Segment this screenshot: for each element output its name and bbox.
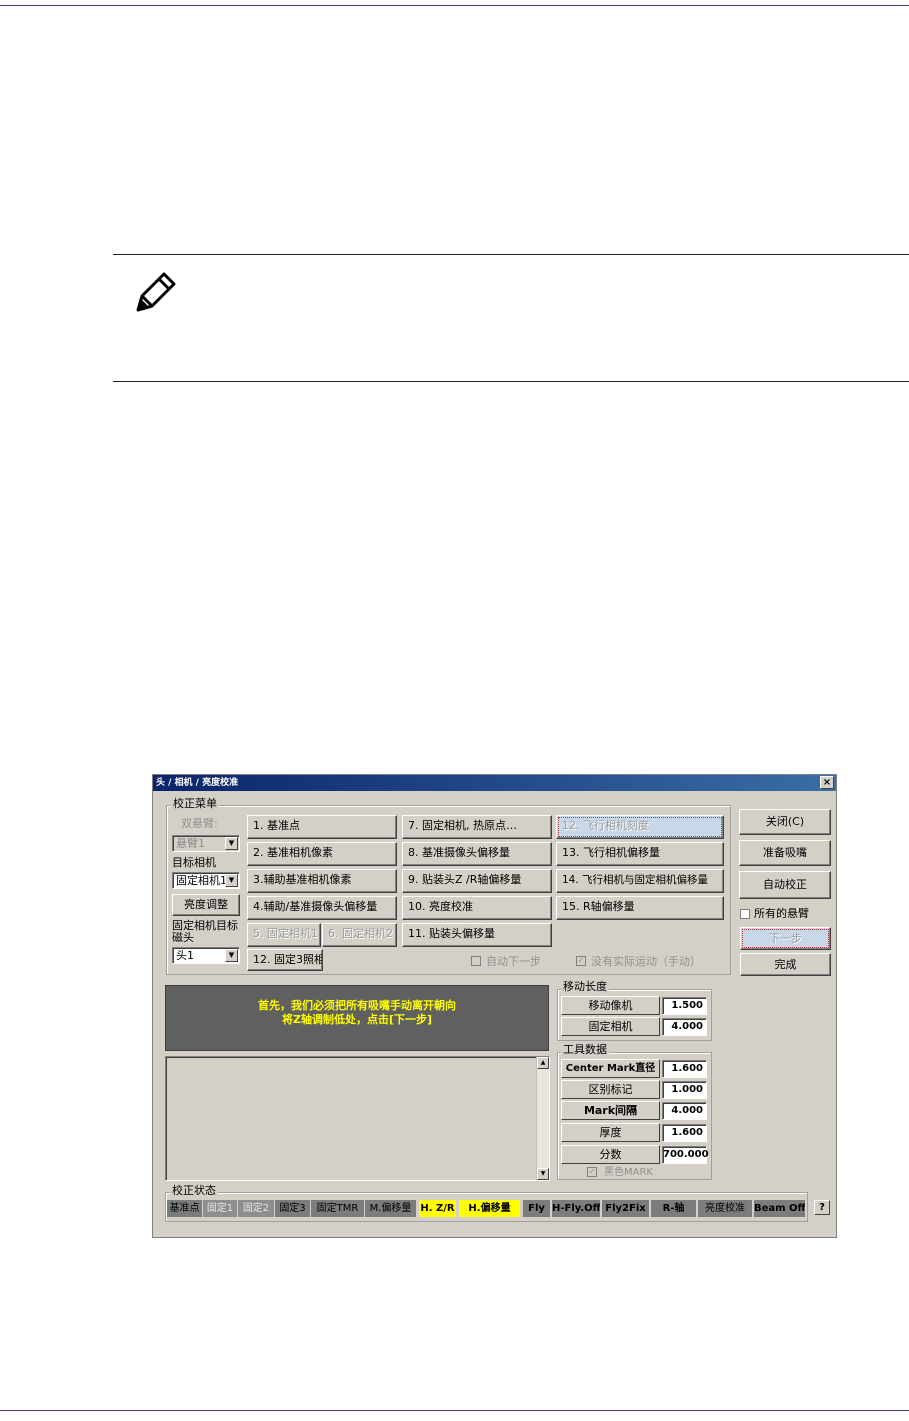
score-label: 分数 xyxy=(561,1145,660,1164)
calib-brightness-button[interactable]: 10. 亮度校准 xyxy=(402,896,552,920)
mark-spacing-label: Mark间隔 xyxy=(561,1101,660,1120)
move-camera-label: 移动像机 xyxy=(561,996,660,1015)
help-icon[interactable]: ? xyxy=(814,1200,830,1215)
fixed-camera-length-input[interactable]: 4.000 xyxy=(662,1018,707,1036)
prepare-nozzle-button[interactable]: 准备吸嘴 xyxy=(739,840,831,866)
no-motion-checkbox[interactable]: ✓ xyxy=(576,956,586,966)
status-cell-m-offset: M.偏移量 xyxy=(365,1200,417,1217)
center-mark-diameter-label: Center Mark直径 xyxy=(561,1059,660,1078)
dialog-title: 头 / 相机 / 亮度校准 xyxy=(156,778,239,788)
status-cell-fixed-1: 固定1 xyxy=(203,1200,238,1217)
chevron-down-icon: ▼ xyxy=(225,949,238,962)
calib-head-offset-button[interactable]: 11. 贴装头偏移量 xyxy=(402,923,552,947)
calib-fixed-camera-1-button[interactable]: 5. 固定相机1 xyxy=(247,923,321,947)
calib-aux-camera-pixel-button[interactable]: 3.辅助基准相机像素 xyxy=(247,869,397,893)
status-cell-h-zr: H. Z/R xyxy=(419,1200,457,1217)
mark-spacing-input[interactable]: 4.000 xyxy=(662,1102,707,1120)
dual-arm-value: 悬臂1 xyxy=(176,837,205,850)
head-value: 头1 xyxy=(176,949,194,962)
dual-arm-select[interactable]: 悬臂1 ▼ xyxy=(172,835,240,852)
close-icon[interactable]: × xyxy=(820,776,834,789)
calib-fixed-camera-2-button[interactable]: 6. 固定相机2 xyxy=(322,923,397,947)
auto-calibrate-button[interactable]: 自动校正 xyxy=(739,871,831,899)
instruction-line-1: 首先，我们必须把所有吸嘴手动离开朝向 xyxy=(258,999,456,1012)
status-cell-r-axis: R-轴 xyxy=(651,1200,697,1217)
brightness-adjust-button[interactable]: 亮度调整 xyxy=(172,894,240,916)
score-input[interactable]: 700.000 xyxy=(662,1146,709,1164)
target-camera-select[interactable]: 固定相机1 ▼ xyxy=(172,872,240,889)
auto-next-checkbox[interactable] xyxy=(471,956,481,966)
all-arms-checkbox[interactable] xyxy=(740,909,750,919)
calib-head-zr-offset-button[interactable]: 9. 贴装头Z /R轴偏移量 xyxy=(402,869,552,893)
status-cell-fixed-tmr: 固定TMR xyxy=(311,1200,365,1217)
footer-rule xyxy=(0,1410,909,1411)
status-strip: 基准点 固定1 固定2 固定3 固定TMR M.偏移量 H. Z/R H.偏移量… xyxy=(167,1200,807,1217)
log-scrollbar[interactable]: ▲ ▼ xyxy=(536,1057,549,1180)
fixed-camera-length-label: 固定相机 xyxy=(561,1017,660,1036)
calibration-menu-label: 校正菜单 xyxy=(171,797,219,810)
move-camera-input[interactable]: 1.500 xyxy=(662,997,707,1015)
chevron-down-icon: ▼ xyxy=(225,837,238,850)
status-cell-brightness: 亮度校准 xyxy=(698,1200,753,1217)
calib-fly-camera-offset-button[interactable]: 13. 飞行相机偏移量 xyxy=(556,842,724,866)
no-motion-label: 没有实际运动（手动） xyxy=(591,955,701,968)
instruction-line-2: 将Z轴调制低处，点击[下一步] xyxy=(281,1013,433,1026)
instruction-message: 首先，我们必须把所有吸嘴手动离开朝向 将Z轴调制低处，点击[下一步] xyxy=(165,985,549,1051)
auto-next-label: 自动下一步 xyxy=(486,955,541,968)
calib-fixed-3-photo-button[interactable]: 12. 固定3照相 xyxy=(247,949,323,971)
thickness-input[interactable]: 1.600 xyxy=(662,1124,707,1142)
distinction-mark-input[interactable]: 1.000 xyxy=(662,1081,707,1099)
target-camera-value: 固定相机1 xyxy=(176,874,227,887)
calib-fly-camera-scale-button[interactable]: 12. 飞行相机刻度 xyxy=(556,815,724,839)
thickness-label: 厚度 xyxy=(561,1123,660,1142)
target-camera-label: 目标相机 xyxy=(172,856,216,869)
calib-fly-fixed-offset-button[interactable]: 14. 飞行相机与固定相机偏移量 xyxy=(556,869,724,893)
head-select[interactable]: 头1 ▼ xyxy=(172,947,240,964)
move-length-label: 移动长度 xyxy=(561,980,609,993)
status-cell-fixed-3: 固定3 xyxy=(275,1200,311,1217)
calib-camera-offset-button[interactable]: 4.辅助/基准摄像头偏移量 xyxy=(247,896,397,920)
status-cell-beam-off: Beam Off xyxy=(754,1200,806,1217)
log-textarea[interactable]: ▲ ▼ xyxy=(165,1056,550,1181)
calib-base-camera-offset-button[interactable]: 8. 基准摄像头偏移量 xyxy=(402,842,552,866)
all-arms-label: 所有的悬臂 xyxy=(754,907,809,920)
dual-arm-label: 双悬臂: xyxy=(181,817,218,830)
calib-fixed-camera-origin-button[interactable]: 7. 固定相机, 热原点… xyxy=(402,815,552,839)
status-cell-fly2fix: Fly2Fix xyxy=(602,1200,650,1217)
close-button[interactable]: 关闭(C) xyxy=(739,809,831,835)
note-top-rule xyxy=(113,254,909,255)
status-cell-h-fly-off: H-Fly.Off xyxy=(552,1200,601,1217)
status-cell-h-offset: H.偏移量 xyxy=(459,1200,521,1217)
next-step-button[interactable]: 下一步 xyxy=(740,927,831,950)
chevron-down-icon: ▼ xyxy=(225,874,238,887)
black-mark-label: 黑色MARK xyxy=(604,1167,653,1178)
fixed-camera-target-label: 固定相机目标磁头 xyxy=(172,919,238,944)
calib-base-point-button[interactable]: 1. 基准点 xyxy=(247,815,397,839)
header-rule xyxy=(0,5,909,6)
center-mark-diameter-input[interactable]: 1.600 xyxy=(662,1060,707,1078)
status-cell-fly: Fly xyxy=(523,1200,551,1217)
black-mark-checkbox[interactable]: ✓ xyxy=(587,1167,597,1177)
calib-r-axis-offset-button[interactable]: 15. R轴偏移量 xyxy=(556,896,724,920)
calib-base-camera-pixel-button[interactable]: 2. 基准相机像素 xyxy=(247,842,397,866)
scroll-up-icon[interactable]: ▲ xyxy=(537,1057,549,1069)
note-bottom-rule xyxy=(113,381,909,382)
calibration-dialog: 头 / 相机 / 亮度校准 × 校正菜单 双悬臂: 悬臂1 ▼ 目标相机 固定相… xyxy=(152,774,837,1238)
scroll-down-icon[interactable]: ▼ xyxy=(537,1168,549,1180)
calibration-status-label: 校正状态 xyxy=(170,1184,218,1197)
dialog-titlebar: 头 / 相机 / 亮度校准 × xyxy=(153,775,836,791)
distinction-mark-label: 区别标记 xyxy=(561,1080,660,1099)
pencil-icon xyxy=(136,272,176,312)
status-cell-fixed-2: 固定2 xyxy=(238,1200,275,1217)
done-button[interactable]: 完成 xyxy=(740,953,831,976)
status-cell-base-point: 基准点 xyxy=(167,1200,203,1217)
tool-data-label: 工具数据 xyxy=(561,1043,609,1056)
